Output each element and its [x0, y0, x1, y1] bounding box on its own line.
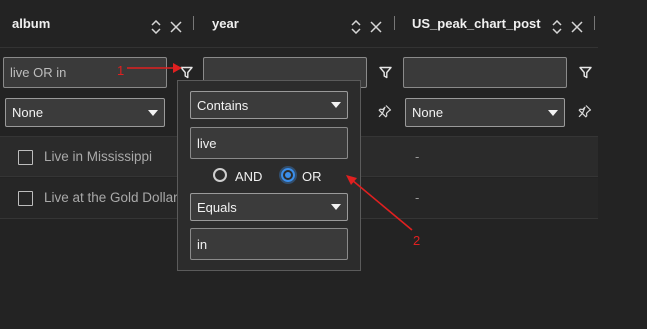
filter-icon[interactable] — [579, 66, 592, 79]
album-filter-text: live OR in — [10, 65, 67, 80]
condition2-type-value: Equals — [197, 199, 237, 215]
condition1-type-value: Contains — [197, 97, 249, 113]
annotation-label-2: 2 — [413, 233, 421, 248]
row-checkbox[interactable] — [18, 150, 33, 165]
pin-icon[interactable] — [577, 104, 592, 119]
close-icon[interactable] — [571, 21, 583, 33]
column-header-us-peak[interactable]: US_peak_chart_post — [412, 16, 541, 31]
column-header-year[interactable]: year — [212, 16, 239, 31]
filter-icon[interactable] — [379, 66, 392, 79]
condition1-type-select[interactable]: Contains — [190, 91, 348, 119]
album-operator-value: None — [12, 105, 44, 120]
column-header-album[interactable]: album — [12, 16, 50, 31]
sort-icon[interactable] — [150, 20, 162, 34]
condition2-value-text: in — [197, 236, 208, 252]
or-radio[interactable] — [281, 168, 295, 182]
annotation-label-1: 1 — [117, 63, 125, 78]
annotation-arrow-1 — [127, 63, 182, 73]
us-peak-operator-select[interactable]: None — [405, 98, 565, 127]
condition2-value-input[interactable]: in — [190, 228, 348, 260]
column-divider[interactable] — [394, 16, 395, 30]
close-icon[interactable] — [370, 21, 382, 33]
album-cell: Live at the Gold Dollar — [44, 190, 178, 205]
us-peak-operator-value: None — [412, 105, 444, 120]
close-icon[interactable] — [170, 21, 182, 33]
sort-icon[interactable] — [350, 20, 362, 34]
chevron-down-icon — [331, 102, 341, 108]
album-operator-select[interactable]: None — [5, 98, 165, 127]
chevron-down-icon — [548, 109, 558, 116]
condition2-type-select[interactable]: Equals — [190, 193, 348, 221]
pin-icon[interactable] — [377, 104, 392, 119]
us-peak-filter-input[interactable] — [403, 57, 567, 88]
condition1-value-text: live — [197, 135, 217, 151]
column-divider[interactable] — [594, 16, 595, 30]
album-cell: Live in Mississippi — [44, 149, 153, 164]
or-label: OR — [302, 169, 322, 184]
row-checkbox[interactable] — [18, 191, 33, 206]
and-radio[interactable] — [213, 168, 227, 182]
condition1-value-input[interactable]: live — [190, 127, 348, 159]
annotation-arrow-2 — [346, 175, 413, 231]
and-label: AND — [235, 169, 263, 184]
sort-icon[interactable] — [551, 20, 563, 34]
column-divider[interactable] — [193, 16, 194, 30]
chevron-down-icon — [148, 109, 158, 116]
us-peak-cell: - — [415, 149, 420, 164]
